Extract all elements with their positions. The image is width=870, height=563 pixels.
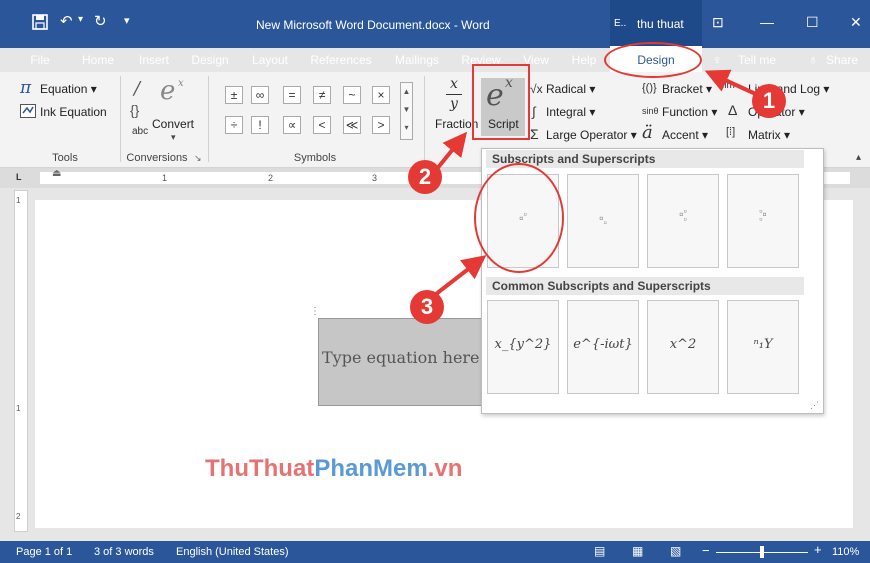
language-indicator[interactable]: English (United States) [176, 546, 289, 558]
zoom-slider-thumb[interactable] [760, 546, 764, 558]
step-badge-2: 2 [408, 160, 442, 194]
read-mode-icon[interactable]: ▤ [594, 544, 605, 558]
step-badge-1: 1 [752, 84, 786, 118]
word-count[interactable]: 3 of 3 words [94, 546, 154, 558]
zoom-level[interactable]: 110% [832, 546, 859, 558]
zoom-in-icon[interactable]: + [814, 542, 822, 557]
step-badge-3: 3 [410, 290, 444, 324]
web-layout-icon[interactable]: ▧ [670, 544, 681, 558]
zoom-out-icon[interactable]: − [702, 543, 710, 558]
page-count[interactable]: Page 1 of 1 [16, 546, 72, 558]
annotation-arrows [434, 69, 761, 296]
print-layout-icon[interactable]: ▦ [632, 544, 643, 558]
